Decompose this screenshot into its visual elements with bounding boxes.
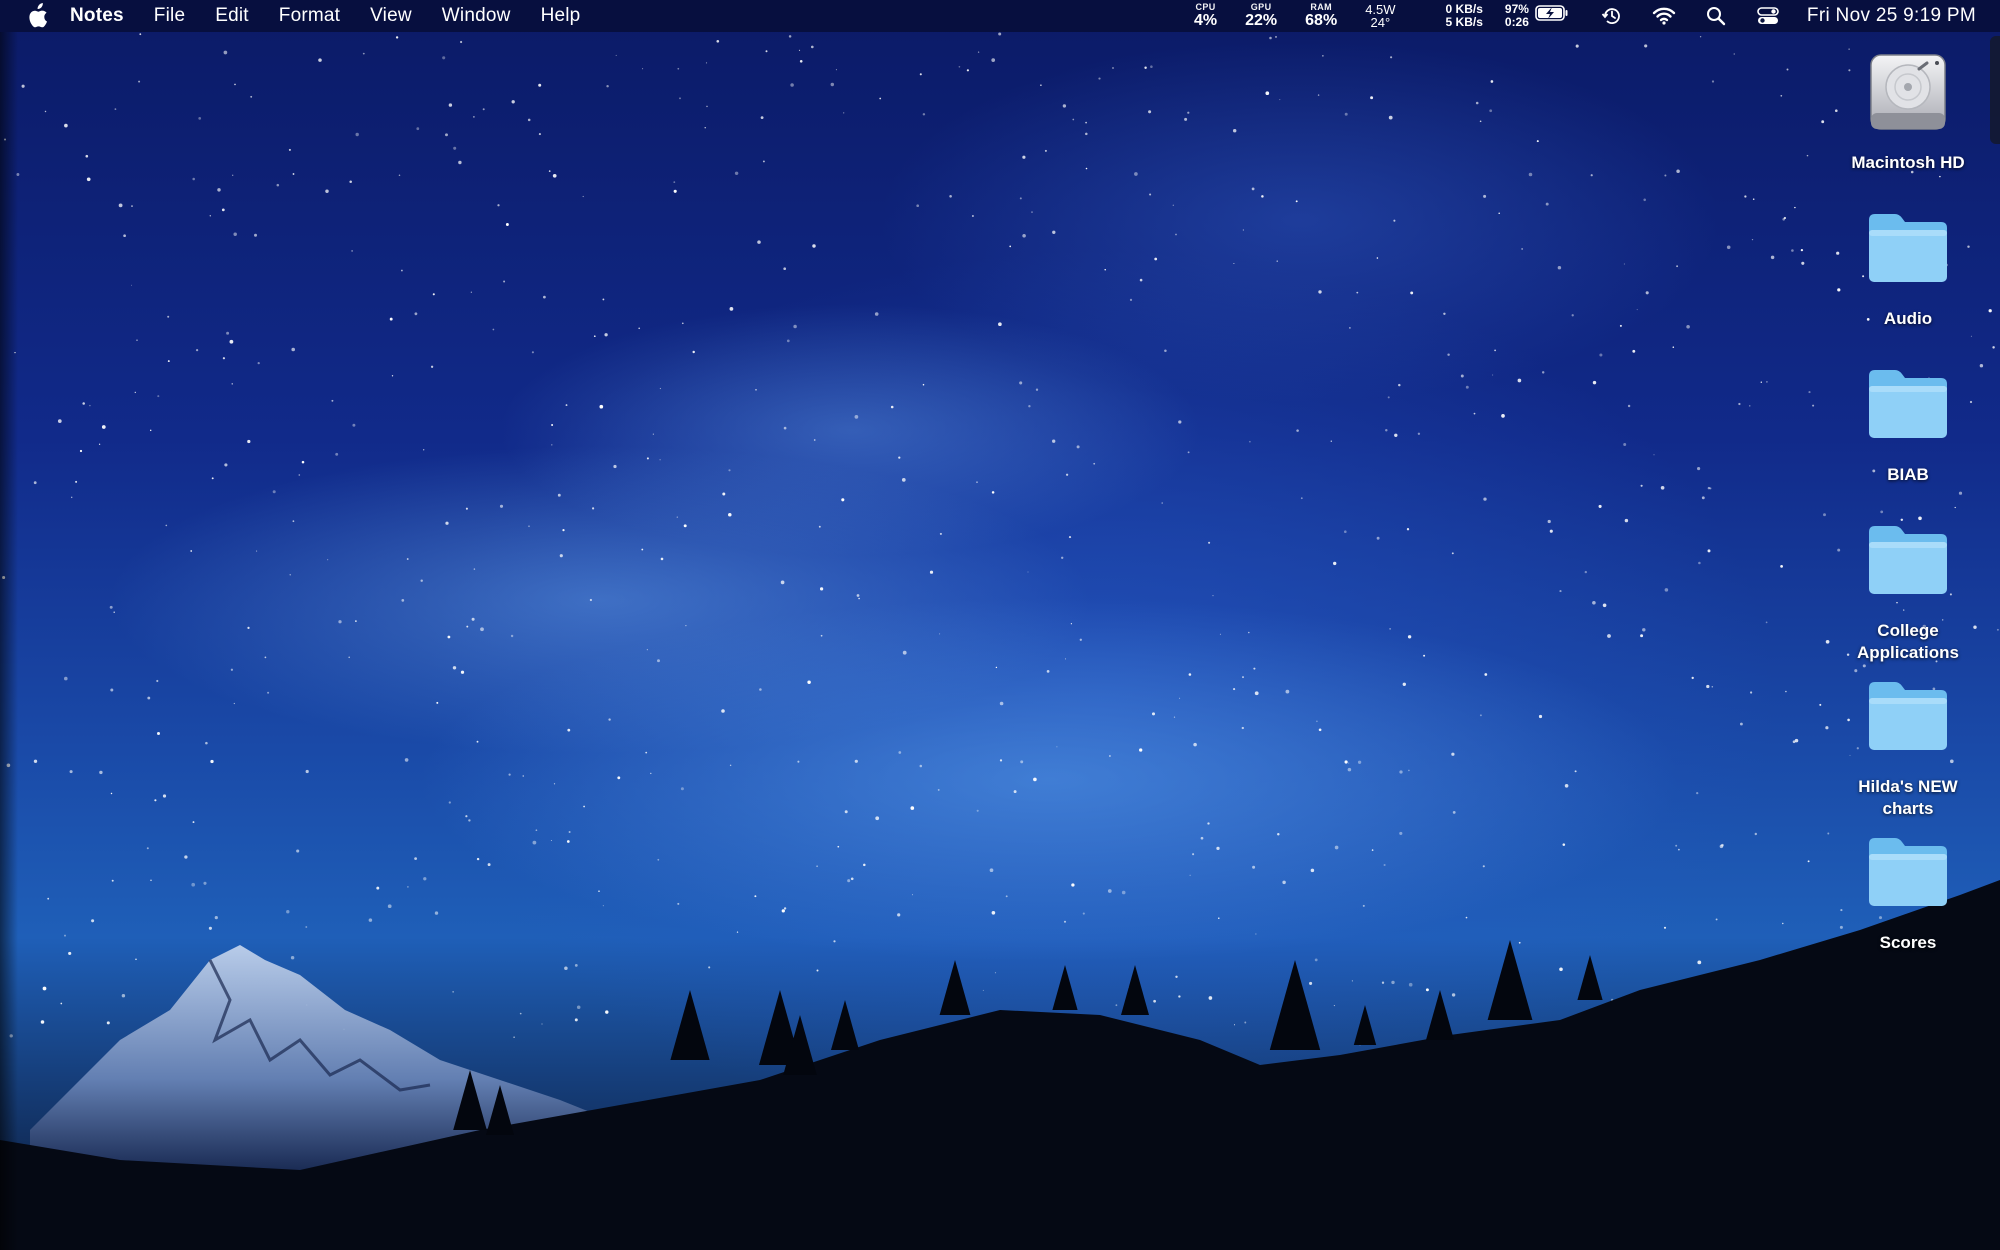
menubar-clock[interactable]: Fri Nov 25 9:19 PM <box>1807 5 1976 27</box>
desktop-icon-label: Audio <box>1883 309 1933 328</box>
cpu-value: 4% <box>1194 12 1218 29</box>
ram-value: 68% <box>1305 12 1338 29</box>
desktop-icon-college-applications[interactable]: College Applications <box>1843 514 1973 664</box>
hard-drive-icon <box>1862 46 1954 138</box>
tree-silhouette <box>1426 990 1454 1040</box>
battery-charging-icon <box>1535 4 1569 28</box>
desktop-icon-label: College Applications <box>1856 621 1959 662</box>
gpu-value: 22% <box>1245 12 1278 29</box>
window-edge-handle[interactable] <box>1990 36 2000 144</box>
folder-icon <box>1862 826 1954 918</box>
battery-status[interactable]: 97% 0:26 <box>1505 3 1569 28</box>
menu-bar: Notes File Edit Format View Window Help … <box>0 0 2000 32</box>
ram-monitor[interactable]: RAM 68% <box>1305 3 1337 29</box>
tree-silhouette <box>670 990 710 1060</box>
menu-file[interactable]: File <box>154 5 185 27</box>
desktop-wallpaper: Notes File Edit Format View Window Help … <box>0 0 2000 1250</box>
net-up-value: 5 KB/s <box>1445 15 1483 29</box>
desktop-icon-label: Macintosh HD <box>1851 153 1965 172</box>
menu-format[interactable]: Format <box>279 5 340 27</box>
spotlight-search-icon[interactable] <box>1703 3 1729 29</box>
tree-silhouette <box>1577 955 1603 1000</box>
tree-silhouette <box>1269 960 1321 1050</box>
desktop-icon-label: Hilda's NEW charts <box>1858 777 1958 818</box>
menu-window[interactable]: Window <box>442 5 511 27</box>
gpu-monitor[interactable]: GPU 22% <box>1245 3 1277 29</box>
menu-app-notes[interactable]: Notes <box>70 5 124 27</box>
desktop-icon-macintosh-hd[interactable]: Macintosh HD <box>1843 46 1973 174</box>
folder-icon <box>1862 202 1954 294</box>
menu-help[interactable]: Help <box>541 5 581 27</box>
power-monitor[interactable]: 4.5W 24° <box>1365 3 1395 29</box>
tree-silhouette <box>1121 965 1149 1015</box>
temperature-value: 24° <box>1370 15 1391 30</box>
menu-edit[interactable]: Edit <box>215 5 249 27</box>
tree-silhouette <box>1052 965 1078 1010</box>
network-monitor[interactable]: 0 KB/s 5 KB/s <box>1446 3 1483 28</box>
folder-icon <box>1862 358 1954 450</box>
wifi-icon[interactable] <box>1651 3 1677 29</box>
cpu-monitor[interactable]: CPU 4% <box>1194 3 1217 29</box>
menu-view[interactable]: View <box>370 5 412 27</box>
tree-silhouette <box>831 1000 859 1050</box>
desktop-icon-audio[interactable]: Audio <box>1843 202 1973 330</box>
desktop-icon-hildas-new-charts[interactable]: Hilda's NEW charts <box>1843 670 1973 820</box>
tree-silhouette <box>1487 940 1533 1020</box>
apple-logo-icon[interactable] <box>24 3 50 29</box>
desktop-icon-label: Scores <box>1879 933 1937 952</box>
folder-icon <box>1862 670 1954 762</box>
battery-time: 0:26 <box>1504 15 1529 29</box>
mountain-silhouette <box>0 880 2000 1250</box>
time-machine-icon[interactable] <box>1599 3 1625 29</box>
desktop-icon-biab[interactable]: BIAB <box>1843 358 1973 486</box>
folder-icon <box>1862 514 1954 606</box>
gpu-label: GPU <box>1250 2 1272 12</box>
tree-silhouette <box>1353 1005 1377 1045</box>
left-edge-shadow <box>0 32 18 1250</box>
desktop-icon-scores[interactable]: Scores <box>1843 826 1973 954</box>
cpu-label: CPU <box>1195 2 1216 12</box>
desktop-icon-label: BIAB <box>1887 465 1929 484</box>
control-center-icon[interactable] <box>1755 3 1781 29</box>
ram-label: RAM <box>1310 2 1333 12</box>
tree-silhouette <box>939 960 971 1015</box>
